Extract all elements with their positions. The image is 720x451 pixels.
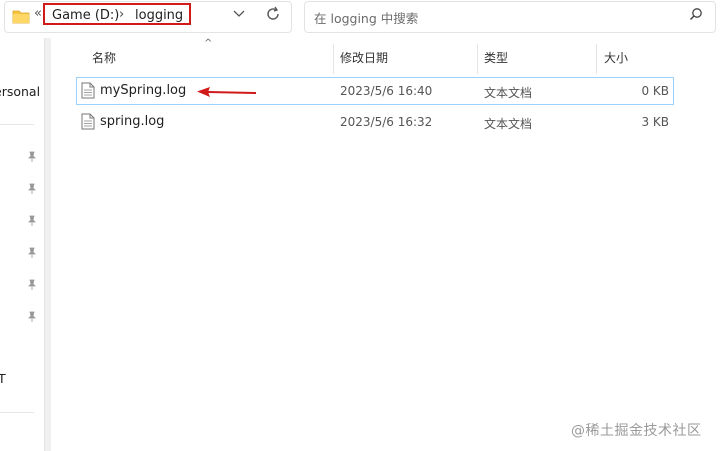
pin-icon[interactable] [26,311,38,323]
watermark: @稀土掘金技术社区 [571,423,702,439]
file-size: 3 KB [641,115,669,129]
column-header-modified[interactable]: 修改日期 [340,49,388,66]
breadcrumb-folder[interactable]: logging [135,8,183,23]
nav-divider [0,412,34,413]
breadcrumb-drive[interactable]: Game (D:) [52,8,119,23]
annotation-arrow-icon [197,87,257,97]
nav-item-t[interactable]: T [0,371,6,386]
breadcrumb-separator-icon: › [119,7,125,22]
nav-scrollbar[interactable] [44,38,51,451]
pin-icon[interactable] [26,151,38,163]
file-name[interactable]: mySpring.log [100,83,186,98]
pin-icon[interactable] [26,279,38,291]
nav-item-personal[interactable]: ersonal [0,84,40,99]
file-type: 文本文档 [484,117,533,131]
file-modified: 2023/5/6 16:40 [340,84,433,98]
breadcrumb-overflow-icon[interactable]: « [34,6,42,21]
chevron-down-icon[interactable] [233,9,245,19]
column-divider[interactable] [333,44,334,74]
search-input[interactable]: 在 logging 中搜索 [314,8,418,27]
sort-ascending-icon: ^ [204,38,213,49]
pin-icon[interactable] [26,247,38,259]
refresh-icon[interactable] [265,5,281,23]
file-size: 0 KB [641,84,669,98]
column-header-type[interactable]: 类型 [484,49,508,66]
column-header-name[interactable]: 名称 [92,49,116,66]
pin-icon[interactable] [26,215,38,227]
column-divider[interactable] [596,44,597,74]
search-icon[interactable] [689,7,703,21]
column-divider[interactable] [477,44,478,74]
file-type: 文本文档 [484,86,533,100]
nav-divider [0,124,34,125]
text-file-icon [81,82,95,99]
text-file-icon [81,113,95,130]
file-modified: 2023/5/6 16:32 [340,115,433,129]
pin-icon[interactable] [26,183,38,195]
column-header-size[interactable]: 大小 [604,49,628,66]
file-name[interactable]: spring.log [100,114,164,129]
folder-icon [12,10,30,24]
